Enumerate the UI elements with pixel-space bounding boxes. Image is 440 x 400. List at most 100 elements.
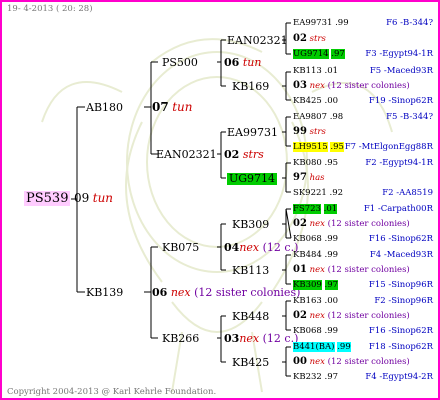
gen-num: 99 bbox=[293, 126, 307, 137]
node-kb075-gen: 04nex (12 c.) bbox=[224, 242, 298, 254]
node-id[interactable]: AB180 bbox=[86, 101, 123, 114]
node-ean02321[interactable]: EAN02321 bbox=[156, 149, 217, 161]
race: nex bbox=[239, 241, 260, 254]
ancestor-year: .99 bbox=[324, 250, 339, 260]
ancestor-row[interactable]: SK9221 .92 F2 -AA8519 bbox=[293, 188, 433, 198]
node-ps500-gen: 06 tun bbox=[224, 57, 261, 69]
race: tun bbox=[172, 100, 193, 114]
node-kb448[interactable]: KB448 bbox=[232, 311, 269, 323]
race: nex bbox=[309, 81, 325, 91]
ancestor-year: .99 bbox=[324, 326, 339, 336]
ancestor-row[interactable]: KB068 .99 F16 -Sinop62R bbox=[293, 234, 433, 244]
ancestor-row[interactable]: UG9714 .97 F3 -Egypt94-1R bbox=[293, 49, 433, 59]
gen-num: 03 bbox=[293, 80, 307, 91]
ancestor-code: F4 -Maced93R bbox=[369, 250, 433, 260]
node-kb425[interactable]: KB425 bbox=[232, 357, 269, 369]
ancestor-row[interactable]: KB232 .97 F4 -Egypt94-2R bbox=[293, 372, 433, 382]
queen-gen-row: 02 strs bbox=[293, 34, 433, 45]
pedigree-frame: 19- 4-2013 ( 20: 28) Copyright 2004-2013… bbox=[0, 0, 440, 400]
root-id[interactable]: PS539 bbox=[24, 191, 71, 206]
gen-num: 01 bbox=[293, 264, 307, 275]
ancestor-id[interactable]: LH9515 bbox=[293, 142, 328, 152]
ancestor-row[interactable]: KB425 .00 F19 -Sinop62R bbox=[293, 96, 433, 106]
node-kb266-gen: 03nex (12 c.) bbox=[224, 333, 298, 345]
ancestor-id[interactable]: KB080 bbox=[293, 158, 322, 168]
gen-num: 02 bbox=[224, 148, 240, 161]
ancestor-year: .00 bbox=[324, 96, 339, 106]
ancestor-id[interactable]: KB068 bbox=[293, 234, 322, 244]
ancestor-row[interactable]: KB080 .95 F2 -Egypt94-1R bbox=[293, 158, 433, 168]
ancestor-id[interactable]: EA99731 bbox=[293, 18, 332, 28]
ancestor-code: F2 -AA8519 bbox=[382, 188, 433, 198]
note: (12 sister colonies) bbox=[327, 265, 410, 275]
note: (12 sister colonies) bbox=[327, 311, 410, 321]
queen-gen-row: 99 strs bbox=[293, 126, 433, 138]
node-kb075[interactable]: KB075 bbox=[162, 242, 199, 254]
ancestor-year: .97 bbox=[331, 49, 345, 59]
ancestor-id[interactable]: B441(BA) bbox=[293, 342, 335, 352]
queen-gen-row: 02 nex (12 sister colonies) bbox=[293, 311, 433, 322]
node-kb139[interactable]: KB139 bbox=[86, 287, 123, 299]
ancestor-id[interactable]: SK9221 bbox=[293, 188, 327, 198]
race: nex bbox=[309, 219, 325, 229]
node-kb139-gen: 06 nex (12 sister colonies) bbox=[152, 287, 300, 299]
race: nex bbox=[309, 357, 325, 367]
copyright: Copyright 2004-2013 @ Karl Kehrle Founda… bbox=[7, 387, 217, 397]
race: nex bbox=[170, 286, 191, 299]
node-ean02321-gen: 02 strs bbox=[224, 149, 264, 161]
ancestor-row[interactable]: LH9515 .95 F7 -MtElgonEgg88R bbox=[293, 142, 433, 152]
ancestor-row[interactable]: KB309 .97 F15 -Sinop96R bbox=[293, 280, 433, 290]
ancestor-id[interactable]: KB163 bbox=[293, 296, 322, 306]
root-gen: 09 bbox=[73, 191, 90, 205]
queen-gen-row: 02 nex (12 sister colonies) bbox=[293, 219, 433, 230]
ancestor-row[interactable]: FS723 .01 F1 -Carpath00R bbox=[293, 204, 433, 214]
node-id[interactable]: KB139 bbox=[86, 286, 123, 299]
ancestor-row[interactable]: EA9807 .98 F5 -B-344? bbox=[293, 112, 433, 122]
ancestor-year: .00 bbox=[324, 296, 339, 306]
ancestor-row[interactable]: EA99731 .99 F6 -B-344? bbox=[293, 18, 433, 28]
ancestor-row[interactable]: KB163 .00 F2 -Sinop96R bbox=[293, 296, 433, 306]
node-kb309[interactable]: KB309 bbox=[232, 219, 269, 231]
gen-num: 06 bbox=[152, 286, 168, 299]
race: nex bbox=[309, 265, 325, 275]
ancestor-code: F5 -B-344? bbox=[386, 112, 433, 122]
gen-num: 04 bbox=[224, 241, 240, 254]
ancestor-row[interactable]: KB068 .99 F16 -Sinop62R bbox=[293, 326, 433, 336]
ancestor-id[interactable]: KB113 bbox=[293, 66, 322, 76]
ancestor-id[interactable]: FS723 bbox=[293, 204, 321, 214]
ancestor-code: F16 -Sinop62R bbox=[368, 234, 433, 244]
node-kb169[interactable]: KB169 bbox=[232, 81, 269, 93]
node-kb113[interactable]: KB113 bbox=[232, 265, 269, 277]
note: (12 sister colonies) bbox=[194, 286, 301, 299]
node-kb266[interactable]: KB266 bbox=[162, 333, 199, 345]
node-ean02321-g4[interactable]: EAN02321 bbox=[227, 35, 288, 47]
node-ab180[interactable]: AB180 bbox=[86, 102, 123, 114]
node-ug9714[interactable]: UG9714 bbox=[227, 173, 278, 185]
race: nex bbox=[239, 332, 260, 345]
queen-gen-row: 01 nex (12 sister colonies) bbox=[293, 264, 433, 276]
race: nex bbox=[309, 311, 325, 321]
ancestor-id[interactable]: KB309 bbox=[293, 280, 322, 290]
ancestor-id[interactable]: KB484 bbox=[293, 250, 322, 260]
node-ab180-gen: 07 tun bbox=[152, 101, 192, 114]
ancestor-id[interactable]: KB232 bbox=[293, 372, 322, 382]
ancestor-row[interactable]: B441(BA) .99 F18 -Sinop62R bbox=[293, 342, 433, 352]
ancestor-year: .95 bbox=[324, 158, 339, 168]
ancestor-code: F2 -Egypt94-1R bbox=[365, 158, 433, 168]
node-ea99731[interactable]: EA99731 bbox=[227, 127, 278, 139]
ancestor-year: .97 bbox=[324, 372, 339, 382]
ancestor-code: F15 -Sinop96R bbox=[368, 280, 433, 290]
ancestor-year: .99 bbox=[324, 234, 339, 244]
ancestor-id[interactable]: KB068 bbox=[293, 326, 322, 336]
ancestor-id[interactable]: KB425 bbox=[293, 96, 322, 106]
root-node[interactable]: PS539 09 tun bbox=[24, 191, 113, 206]
ancestor-id[interactable]: UG9714 bbox=[293, 49, 329, 59]
ancestor-id[interactable]: EA9807 bbox=[293, 112, 327, 122]
ancestor-year: .99 bbox=[335, 18, 349, 28]
ancestor-code: F5 -Maced93R bbox=[369, 66, 433, 76]
node-ps500[interactable]: PS500 bbox=[162, 57, 198, 69]
ancestor-row[interactable]: KB484 .99 F4 -Maced93R bbox=[293, 250, 433, 260]
queen-gen-row: 03 nex (12 sister colonies) bbox=[293, 80, 433, 92]
ancestor-row[interactable]: KB113 .01 F5 -Maced93R bbox=[293, 66, 433, 76]
ancestor-code: F1 -Carpath00R bbox=[363, 204, 433, 214]
